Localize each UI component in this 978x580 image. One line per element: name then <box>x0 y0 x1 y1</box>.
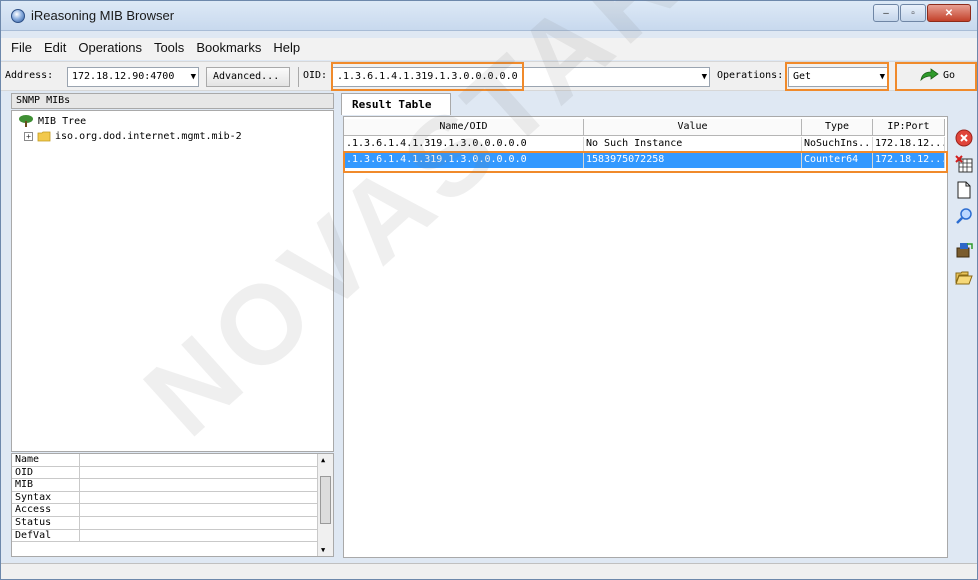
oid-highlight-box <box>331 62 524 91</box>
menu-bookmarks[interactable]: Bookmarks <box>190 38 267 60</box>
menu-help[interactable]: Help <box>267 38 306 60</box>
tab-result-table[interactable]: Result Table <box>341 93 451 115</box>
column-header-value[interactable]: Value <box>584 119 802 136</box>
title-bar: iReasoning MIB Browser – ▫ ✕ <box>1 1 977 31</box>
column-header-ip-port[interactable]: IP:Port <box>873 119 945 136</box>
operations-label: Operations: <box>717 70 784 81</box>
close-button[interactable]: ✕ <box>927 4 971 22</box>
address-combo[interactable]: 172.18.12.90:4700 ▼ <box>67 67 199 87</box>
cell-value: No Such Instance <box>584 137 802 152</box>
maximize-button[interactable]: ▫ <box>900 4 926 22</box>
prop-name: Status <box>12 516 80 529</box>
chevron-down-icon[interactable]: ▼ <box>191 68 196 86</box>
prop-name: Access <box>12 504 80 516</box>
search-icon[interactable] <box>955 207 973 225</box>
mib-browser-window: iReasoning MIB Browser – ▫ ✕ File Edit O… <box>0 0 978 580</box>
prop-name: Syntax <box>12 491 80 504</box>
status-bar <box>1 563 977 579</box>
address-label: Address: <box>5 70 54 81</box>
chevron-down-icon[interactable]: ▼ <box>702 68 707 86</box>
delete-table-icon[interactable] <box>955 155 973 173</box>
advanced-button[interactable]: Advanced... <box>206 67 290 87</box>
prop-name: Name <box>12 454 80 466</box>
cell-type: NoSuchIns... <box>802 137 873 152</box>
stop-icon[interactable] <box>955 129 973 147</box>
prop-row: MIB <box>12 479 333 492</box>
prop-row: DefVal <box>12 529 333 543</box>
folder-icon <box>37 131 51 142</box>
properties-scrollbar[interactable]: ▲ ▼ <box>317 454 333 556</box>
result-row-highlight-box <box>343 151 948 173</box>
oid-label: OID: <box>303 70 328 81</box>
tree-root-row[interactable]: MIB Tree <box>18 115 86 127</box>
snmp-mibs-header: SNMP MIBs <box>11 93 334 109</box>
result-table[interactable]: Name/OID Value Type IP:Port .1.3.6.1.4.1… <box>343 116 948 558</box>
mib-tree-panel[interactable]: MIB Tree + iso.org.dod.internet.mgmt.mib… <box>11 110 334 452</box>
minimize-button[interactable]: – <box>873 4 899 22</box>
window-controls: – ▫ ✕ <box>873 4 971 22</box>
table-row[interactable]: .1.3.6.1.4.1.319.1.3.0.0.0.0.0 No Such I… <box>344 137 945 152</box>
menu-operations[interactable]: Operations <box>72 38 148 60</box>
column-header-name-oid[interactable]: Name/OID <box>344 119 584 136</box>
new-document-icon[interactable] <box>955 181 973 199</box>
toolbar-separator <box>298 67 299 87</box>
table-header: Name/OID Value Type IP:Port <box>344 119 945 136</box>
prop-row: Status <box>12 516 333 530</box>
scroll-down-icon[interactable]: ▼ <box>321 546 325 554</box>
go-arrow-icon <box>920 68 939 82</box>
expand-icon[interactable]: + <box>24 131 33 141</box>
prop-row: Access <box>12 504 333 517</box>
prop-row: Name <box>12 454 333 467</box>
menu-edit[interactable]: Edit <box>38 38 72 60</box>
open-folder-icon[interactable] <box>955 269 973 287</box>
cell-ip-port: 172.18.12... <box>873 137 945 152</box>
window-title: iReasoning MIB Browser <box>31 8 175 23</box>
column-header-type[interactable]: Type <box>802 119 873 136</box>
menu-file[interactable]: File <box>5 38 38 60</box>
cell-oid: .1.3.6.1.4.1.319.1.3.0.0.0.0.0 <box>344 137 584 152</box>
export-icon[interactable] <box>955 241 973 259</box>
app-icon <box>11 9 25 23</box>
tree-icon <box>19 115 33 127</box>
tree-child-label: iso.org.dod.internet.mgmt.mib-2 <box>55 130 242 142</box>
scroll-up-icon[interactable]: ▲ <box>321 456 325 464</box>
menu-tools[interactable]: Tools <box>148 38 190 60</box>
mib-properties-table: Name OID MIB Syntax Access Status DefVal… <box>11 453 334 557</box>
tree-root-label: MIB Tree <box>38 115 87 127</box>
prop-name: DefVal <box>12 529 80 542</box>
operations-highlight-box <box>785 62 889 91</box>
prop-name: MIB <box>12 479 80 491</box>
go-label: Go <box>942 69 956 81</box>
prop-name: OID <box>12 466 80 479</box>
scroll-thumb[interactable] <box>320 476 331 524</box>
menu-bar: File Edit Operations Tools Bookmarks Hel… <box>1 38 977 60</box>
tree-child-row[interactable]: + iso.org.dod.internet.mgmt.mib-2 <box>24 130 242 142</box>
address-value: 172.18.12.90:4700 <box>72 71 175 82</box>
go-button[interactable]: Go <box>901 63 973 87</box>
prop-row: Syntax <box>12 491 333 505</box>
prop-row: OID <box>12 466 333 480</box>
